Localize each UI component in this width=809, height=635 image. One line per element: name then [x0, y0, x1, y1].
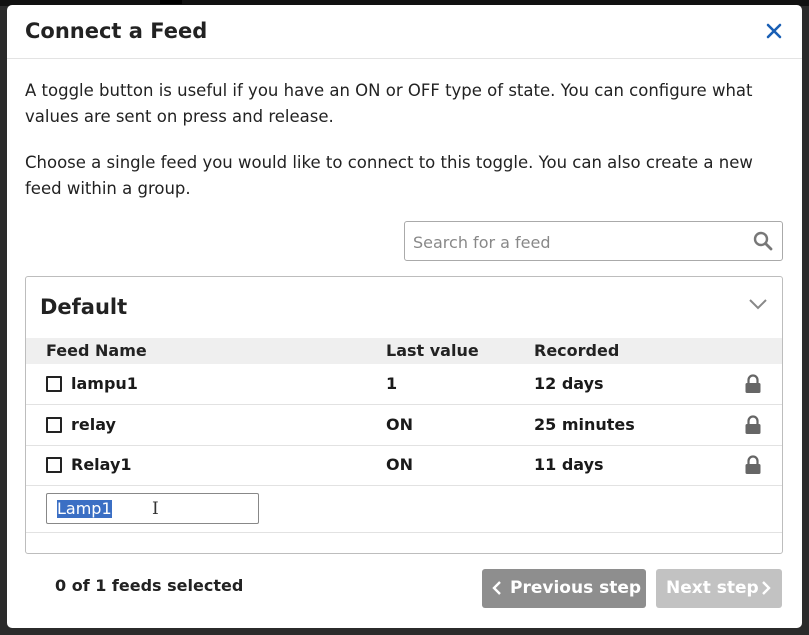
- column-header-name: Feed Name: [46, 341, 147, 360]
- close-icon: [766, 23, 782, 39]
- feed-checkbox[interactable]: [46, 457, 62, 473]
- previous-step-label: Previous step: [510, 578, 642, 598]
- search-icon[interactable]: [753, 231, 773, 251]
- feed-name: lampu1: [71, 374, 138, 393]
- modal-title: Connect a Feed: [25, 19, 208, 43]
- feed-name: Relay1: [71, 455, 132, 474]
- feed-last-value: 1: [386, 374, 398, 393]
- background-mark: [160, 0, 182, 4]
- lock-icon: [745, 374, 761, 393]
- intro-text: A toggle button is useful if you have an…: [25, 81, 753, 126]
- modal-header: Connect a Feed: [7, 5, 802, 59]
- close-button[interactable]: [762, 19, 786, 43]
- column-header-last-value: Last value: [386, 341, 479, 360]
- feed-group-panel: Default Feed Name Last value Recorded la…: [25, 276, 783, 554]
- feed-checkbox[interactable]: [46, 376, 62, 392]
- feed-last-value: ON: [386, 455, 413, 474]
- lock-icon: [745, 415, 761, 434]
- text-cursor-icon: I: [152, 499, 159, 519]
- chevron-right-icon: [762, 581, 771, 595]
- instruction-text: Choose a single feed you would like to c…: [25, 153, 753, 198]
- column-header-recorded: Recorded: [534, 341, 620, 360]
- chevron-down-icon[interactable]: [748, 297, 768, 311]
- connect-feed-modal: Connect a Feed A toggle button is useful…: [7, 5, 802, 628]
- previous-step-button[interactable]: Previous step: [482, 569, 646, 608]
- chevron-left-icon: [492, 581, 501, 595]
- group-title: Default: [40, 295, 128, 319]
- next-step-label: Next step: [666, 578, 759, 598]
- lock-icon: [745, 455, 761, 474]
- new-feed-input[interactable]: Lamp1 I: [46, 493, 259, 524]
- feed-recorded: 11 days: [534, 455, 604, 474]
- search-box: [404, 221, 783, 261]
- search-input[interactable]: [411, 230, 745, 254]
- feed-recorded: 25 minutes: [534, 415, 635, 434]
- new-feed-row: Lamp1 I: [26, 484, 782, 533]
- next-step-button[interactable]: Next step: [656, 569, 782, 608]
- feed-last-value: ON: [386, 415, 413, 434]
- feed-name: relay: [71, 415, 116, 434]
- selection-status: 0 of 1 feeds selected: [55, 576, 244, 595]
- feed-row[interactable]: relay ON 25 minutes: [26, 405, 782, 446]
- feed-recorded: 12 days: [534, 374, 604, 393]
- feed-checkbox[interactable]: [46, 417, 62, 433]
- new-feed-selected-text: Lamp1: [57, 499, 112, 518]
- feed-table-header: Feed Name Last value Recorded: [26, 338, 782, 364]
- feed-row[interactable]: lampu1 1 12 days: [26, 364, 782, 405]
- feed-row[interactable]: Relay1 ON 11 days: [26, 445, 782, 486]
